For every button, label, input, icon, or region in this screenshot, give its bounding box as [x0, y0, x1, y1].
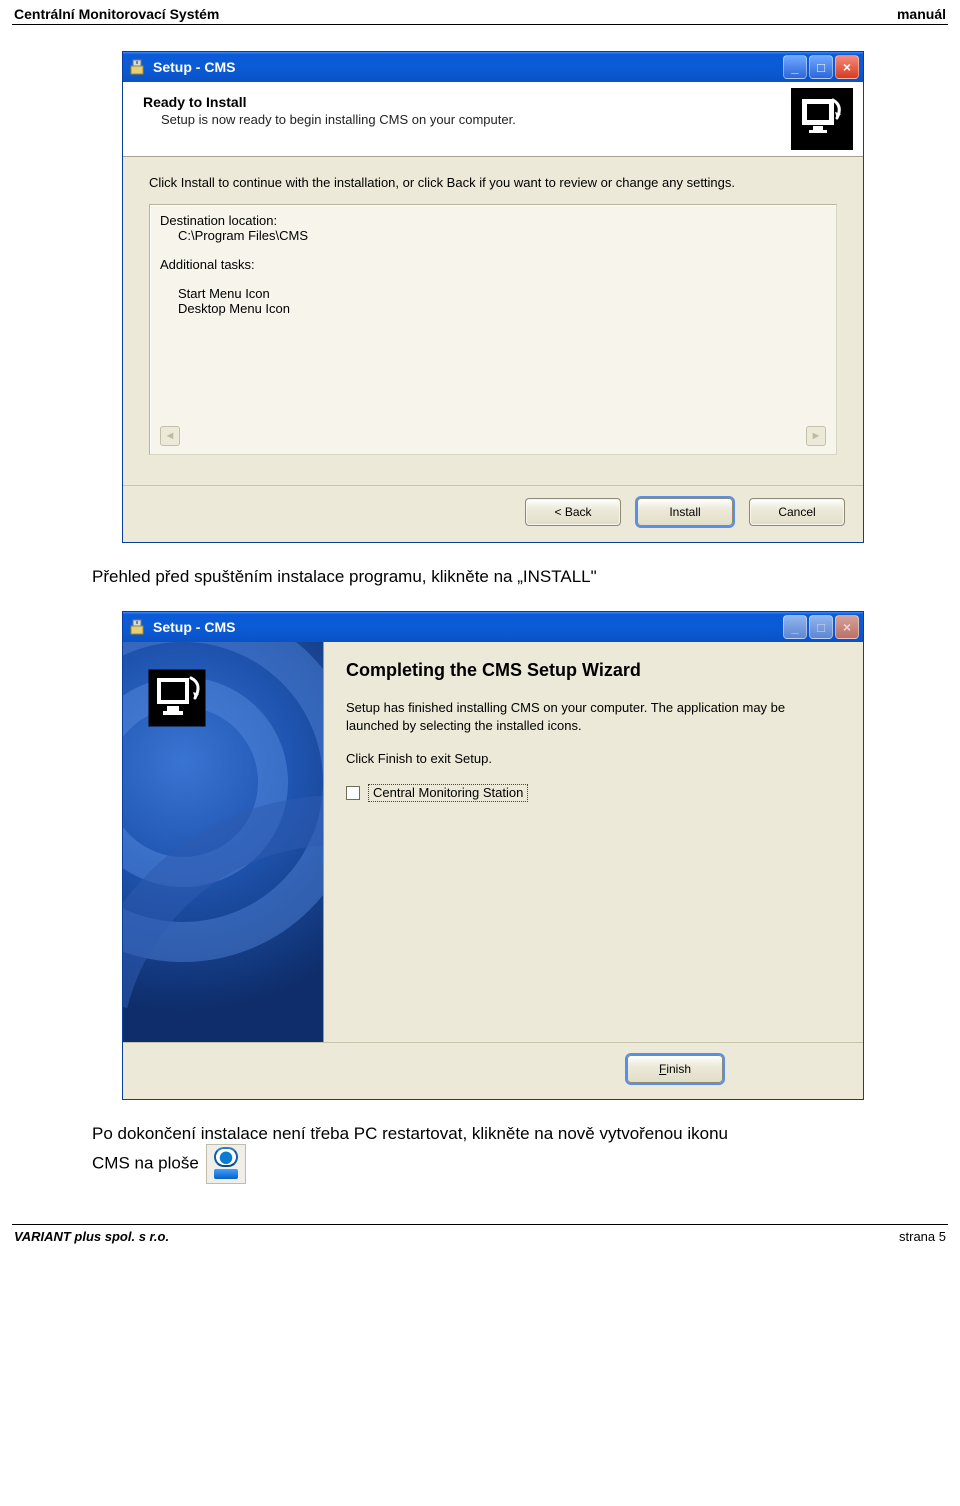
wizard-subtitle: Setup is now ready to begin installing C…: [161, 112, 781, 127]
summary-destination-value: C:\Program Files\CMS: [178, 228, 826, 243]
wizard-button-bar: Finish: [123, 1042, 863, 1099]
finish-text-2: Click Finish to exit Setup.: [346, 750, 841, 768]
launch-checkbox[interactable]: [346, 786, 360, 800]
footer-right: strana 5: [899, 1229, 946, 1244]
close-button: ×: [835, 615, 859, 639]
install-window-finish: Setup - CMS _ □ ×: [122, 611, 864, 1100]
finish-button[interactable]: Finish: [627, 1055, 723, 1083]
cancel-button[interactable]: Cancel: [749, 498, 845, 526]
launch-checkbox-row[interactable]: Central Monitoring Station: [346, 784, 841, 802]
wizard-side-panel: [123, 642, 324, 1042]
scroll-left-icon[interactable]: ◄: [160, 426, 180, 446]
maximize-button: □: [809, 615, 833, 639]
wizard-content: Completing the CMS Setup Wizard Setup ha…: [324, 642, 863, 1042]
finish-text-1: Setup has finished installing CMS on you…: [346, 699, 841, 734]
window-title: Setup - CMS: [153, 619, 783, 635]
finish-rest: inish: [666, 1062, 691, 1076]
page-footer: VARIANT plus spol. s r.o. strana 5: [12, 1224, 948, 1248]
cms-desktop-icon: [206, 1144, 246, 1184]
summary-tasks-label: Additional tasks:: [160, 257, 826, 272]
titlebar[interactable]: Setup - CMS _ □ ×: [123, 612, 863, 642]
install-window-ready: Setup - CMS _ □ × Ready to Install Setup…: [122, 51, 864, 543]
titlebar[interactable]: Setup - CMS _ □ ×: [123, 52, 863, 82]
page-header: Centrální Monitorovací Systém manuál: [12, 0, 948, 25]
caption-2-line-a: Po dokončení instalace není třeba PC res…: [92, 1124, 728, 1143]
finish-underline-char: F: [659, 1062, 666, 1076]
wizard-header: Ready to Install Setup is now ready to b…: [123, 82, 863, 157]
wizard-big-title: Completing the CMS Setup Wizard: [346, 660, 841, 681]
window-title: Setup - CMS: [153, 59, 783, 75]
minimize-button[interactable]: _: [783, 55, 807, 79]
manual-page: Centrální Monitorovací Systém manuál Set…: [0, 0, 960, 1506]
summary-task-0: Start Menu Icon: [178, 286, 826, 301]
caption-2-line-b: CMS na ploše: [92, 1153, 199, 1172]
scroll-right-icon[interactable]: ►: [806, 426, 826, 446]
install-button[interactable]: Install: [637, 498, 733, 526]
page-header-left: Centrální Monitorovací Systém: [14, 6, 219, 22]
back-button[interactable]: < Back: [525, 498, 621, 526]
wizard-title: Ready to Install: [143, 94, 781, 110]
wizard-button-bar: < Back Install Cancel: [123, 485, 863, 542]
monitor-icon: [791, 88, 853, 150]
summary-task-1: Desktop Menu Icon: [178, 301, 826, 316]
caption-1: Přehled před spuštěním instalace program…: [92, 567, 852, 587]
minimize-button: _: [783, 615, 807, 639]
summary-destination-label: Destination location:: [160, 213, 826, 228]
wizard-content: Click Install to continue with the insta…: [123, 157, 863, 485]
maximize-button[interactable]: □: [809, 55, 833, 79]
close-button[interactable]: ×: [835, 55, 859, 79]
caption-2: Po dokončení instalace není třeba PC res…: [92, 1124, 852, 1184]
footer-left: VARIANT plus spol. s r.o.: [14, 1229, 169, 1244]
installer-icon: [129, 58, 147, 76]
wizard-instructions: Click Install to continue with the insta…: [149, 175, 837, 190]
install-summary-box: Destination location: C:\Program Files\C…: [149, 204, 837, 455]
installer-icon: [129, 618, 147, 636]
launch-checkbox-label: Central Monitoring Station: [368, 784, 528, 802]
page-header-right: manuál: [897, 6, 946, 22]
